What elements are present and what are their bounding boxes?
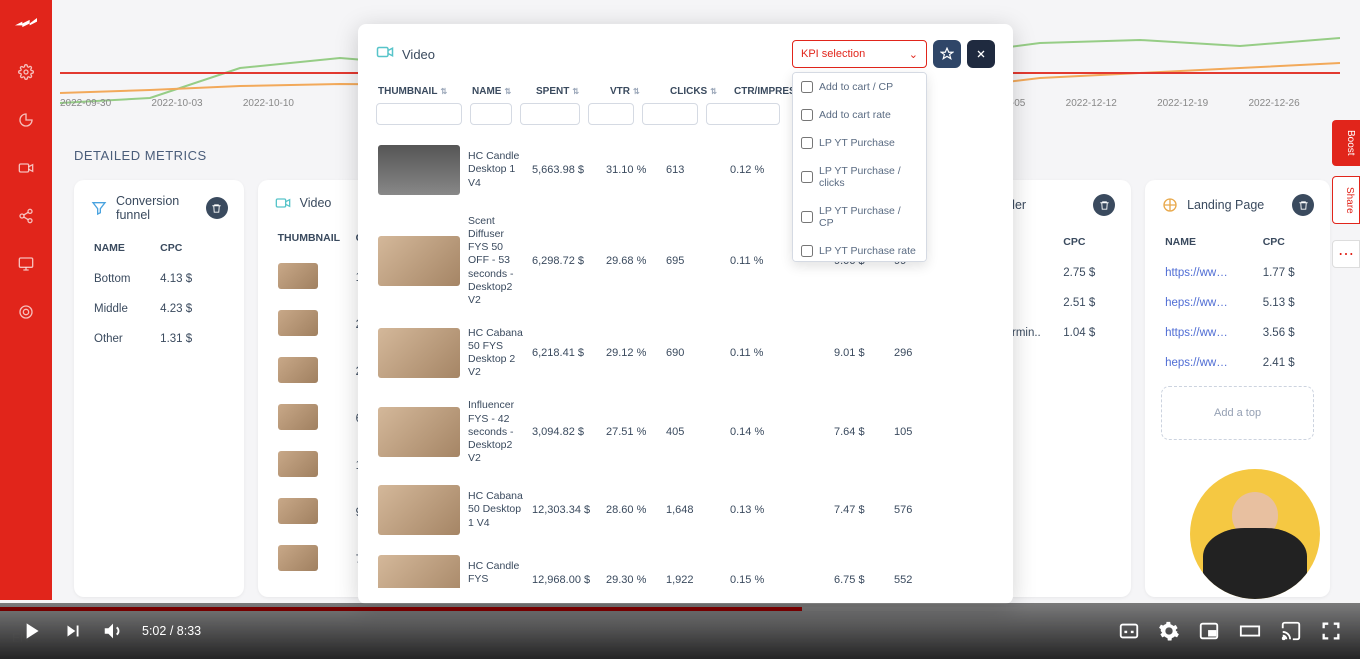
card-conversion-funnel: Conversion funnel NAMECPC Bottom4.13 $ M… (74, 180, 244, 597)
modal-title: Video (402, 47, 784, 62)
checkbox[interactable] (801, 137, 813, 149)
checkbox[interactable] (801, 245, 813, 257)
thumbnail (278, 357, 318, 383)
kpi-option[interactable]: LP YT Purchase (793, 129, 926, 157)
checkbox[interactable] (801, 171, 813, 183)
delete-button[interactable] (1292, 194, 1314, 216)
section-title: DETAILED METRICS (74, 148, 207, 163)
card-title: Landing Page (1187, 198, 1284, 212)
kpi-select[interactable]: KPI selection ⌄ (792, 40, 927, 68)
video-detail-modal: Video KPI selection ⌄ Add to cart / CP A… (358, 24, 1013, 604)
thumbnail (278, 404, 318, 430)
filter-input[interactable] (470, 103, 512, 125)
kpi-option[interactable]: LP YT Purchase / clicks (793, 157, 926, 197)
close-button[interactable] (967, 40, 995, 68)
sort-icon[interactable]: ⇅ (572, 87, 579, 96)
chevron-down-icon: ⌄ (909, 48, 918, 61)
next-button[interactable] (62, 620, 84, 642)
boost-button[interactable]: Boost (1332, 120, 1360, 166)
target-icon[interactable] (16, 302, 36, 322)
thumbnail (278, 263, 318, 289)
theater-button[interactable] (1238, 620, 1262, 642)
thumbnail (378, 145, 460, 195)
table-row: 2.51 $ (1008, 288, 1115, 318)
checkbox[interactable] (801, 81, 813, 93)
thumbnail (278, 310, 318, 336)
video-icon (376, 43, 394, 66)
checkbox[interactable] (801, 109, 813, 121)
card-title: der (1008, 198, 1085, 212)
table-row: Middle4.23 $ (90, 294, 228, 324)
table-row: https://ww…1.77 $ (1161, 258, 1314, 288)
checkbox[interactable] (801, 211, 813, 223)
thumbnail (278, 545, 318, 571)
filter-input[interactable] (376, 103, 462, 125)
camera-icon[interactable] (16, 158, 36, 178)
video-row: HC Cabana 50 Desktop 1 V4 12,303.34 $ 28… (376, 475, 995, 545)
landing-icon (1161, 196, 1179, 214)
card-title: Conversion funnel (116, 194, 198, 222)
float-actions: Boost Share ⋯ (1332, 120, 1360, 268)
sort-icon[interactable]: ⇅ (633, 87, 640, 96)
left-sidebar (0, 0, 52, 600)
delete-button[interactable] (206, 197, 228, 219)
add-top-button[interactable]: Add a top (1161, 386, 1314, 440)
video-row: HC Candle FYS Desktop 2 12,968.00 $ 29.3… (376, 545, 995, 588)
funnel-icon (90, 199, 108, 217)
video-row: HC Cabana 50 FYS Desktop 2 V2 6,218.41 $… (376, 317, 995, 390)
thumbnail (378, 328, 460, 378)
video-row: Influencer FYS - 42 seconds - Desktop2 V… (376, 389, 995, 475)
table-row: heps://ww…2.41 $ (1161, 348, 1314, 378)
thumbnail (278, 498, 318, 524)
volume-button[interactable] (102, 620, 124, 642)
share-icon[interactable] (16, 206, 36, 226)
chart-icon[interactable] (16, 110, 36, 130)
table-row: Other1.31 $ (90, 324, 228, 354)
sort-icon[interactable]: ⇅ (710, 87, 717, 96)
filter-input[interactable] (520, 103, 580, 125)
kpi-option[interactable]: Add to cart rate (793, 101, 926, 129)
sort-icon[interactable]: ⇅ (504, 87, 511, 96)
thumbnail (378, 485, 460, 535)
kpi-option[interactable]: LP YT Purchase / CP (793, 197, 926, 237)
kpi-placeholder: KPI selection (801, 48, 865, 60)
table-row: https://ww…3.56 $ (1161, 318, 1314, 348)
thumbnail (378, 236, 460, 286)
kpi-dropdown: Add to cart / CP Add to cart rate LP YT … (792, 72, 927, 262)
table-row: 2.75 $ (1008, 258, 1115, 288)
delete-button[interactable] (1093, 194, 1115, 216)
share-button[interactable]: Share (1332, 176, 1360, 225)
sort-icon[interactable]: ⇅ (440, 87, 447, 96)
video-controls: 5:02 / 8:33 (0, 603, 1360, 659)
settings-button[interactable] (1158, 620, 1180, 642)
kpi-option[interactable]: LP YT Purchase rate (793, 237, 926, 262)
miniplayer-button[interactable] (1198, 620, 1220, 642)
cast-button[interactable] (1280, 620, 1302, 642)
thumbnail (278, 451, 318, 477)
more-button[interactable]: ⋯ (1332, 240, 1360, 268)
monitor-icon[interactable] (16, 254, 36, 274)
table-row: heps://ww…5.13 $ (1161, 288, 1314, 318)
captions-button[interactable] (1118, 620, 1140, 642)
filter-input[interactable] (588, 103, 634, 125)
presenter-avatar (1190, 469, 1320, 599)
thumbnail (378, 555, 460, 588)
pin-button[interactable] (933, 40, 961, 68)
table-row: rmin..1.04 $ (1008, 318, 1115, 348)
filter-input[interactable] (706, 103, 780, 125)
table-row: Bottom4.13 $ (90, 264, 228, 294)
thumbnail (378, 407, 460, 457)
play-button[interactable] (18, 618, 44, 644)
video-time: 5:02 / 8:33 (142, 624, 201, 638)
settings-icon[interactable] (16, 62, 36, 82)
filter-input[interactable] (642, 103, 698, 125)
kpi-option[interactable]: Add to cart / CP (793, 73, 926, 101)
app-logo (15, 18, 37, 34)
video-icon (274, 194, 292, 212)
fullscreen-button[interactable] (1320, 620, 1342, 642)
